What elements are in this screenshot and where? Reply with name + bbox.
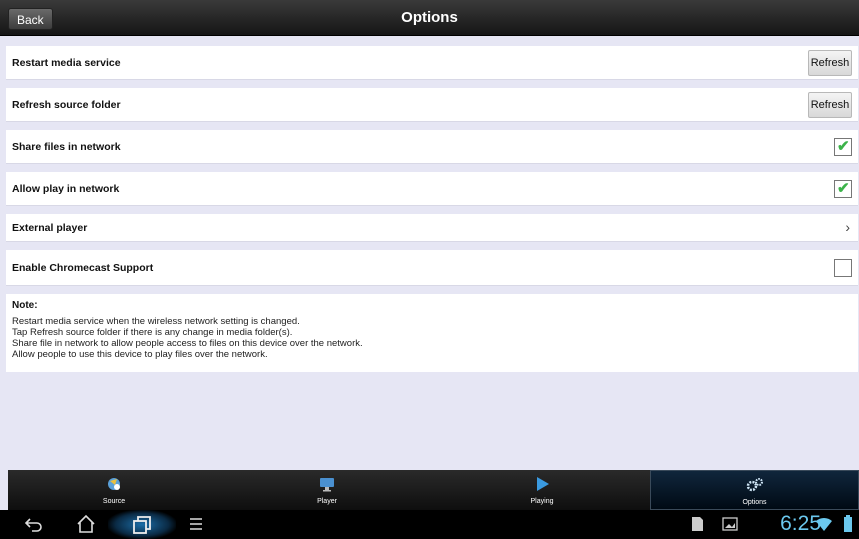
tab-options[interactable]: Options [650, 470, 859, 510]
row-restart-media-service: Restart media service Refresh [6, 46, 858, 80]
options-list: Restart media service Refresh Refresh so… [0, 38, 858, 468]
restart-refresh-button[interactable]: Refresh [808, 50, 852, 76]
tab-source[interactable]: Source [8, 470, 220, 510]
tab-label: Player [317, 498, 337, 505]
checkmark-icon: ✔ [837, 138, 850, 155]
wifi-icon [816, 517, 832, 531]
note-line: Restart media service when the wireless … [12, 316, 300, 327]
source-icon [108, 478, 120, 490]
row-label: External player [12, 222, 88, 234]
tab-player[interactable]: Player [220, 470, 434, 510]
chevron-right-icon: › [845, 219, 850, 235]
tab-label: Playing [530, 498, 554, 505]
row-label: Restart media service [12, 57, 121, 69]
row-external-player[interactable]: External player › [6, 214, 858, 242]
action-bar: Back Options [0, 0, 859, 36]
page-title: Options [401, 9, 458, 26]
recent-apps-icon[interactable] [131, 515, 153, 535]
source-refresh-button[interactable]: Refresh [808, 92, 852, 118]
row-share-files[interactable]: Share files in network ✔ [6, 130, 858, 164]
row-refresh-source-folder: Refresh source folder Refresh [6, 88, 858, 122]
back-button[interactable]: Back [8, 8, 53, 30]
note-line: Share file in network to allow people ac… [12, 338, 363, 349]
monitor-icon [320, 478, 334, 492]
battery-icon [844, 515, 852, 532]
note-line: Tap Refresh source folder if there is an… [12, 327, 293, 338]
note-line: Allow people to use this device to play … [12, 349, 268, 360]
menu-icon[interactable] [188, 516, 204, 532]
gears-icon [746, 478, 763, 492]
tab-label: Options [742, 499, 767, 506]
note-panel: Note: Restart media service when the wir… [6, 294, 858, 372]
home-icon[interactable] [75, 514, 97, 534]
bottom-tab-bar: Source Player Playing Options [8, 470, 859, 510]
system-navigation-bar: 6:25 [0, 510, 859, 539]
row-label: Allow play in network [12, 183, 120, 195]
share-files-checkbox[interactable]: ✔ [834, 138, 852, 156]
chromecast-checkbox[interactable] [834, 259, 852, 277]
tab-label: Source [102, 498, 126, 505]
note-title: Note: [12, 300, 38, 311]
back-icon[interactable] [24, 516, 44, 532]
gallery-icon [722, 517, 738, 531]
row-allow-play[interactable]: Allow play in network ✔ [6, 172, 858, 206]
tab-playing[interactable]: Playing [434, 470, 650, 510]
allow-play-checkbox[interactable]: ✔ [834, 180, 852, 198]
sd-card-icon [692, 517, 703, 531]
row-label: Enable Chromecast Support [12, 262, 154, 274]
row-label: Share files in network [12, 141, 121, 153]
play-icon [537, 477, 549, 491]
row-label: Refresh source folder [12, 99, 121, 111]
checkmark-icon: ✔ [837, 180, 850, 197]
row-chromecast[interactable]: Enable Chromecast Support [6, 250, 858, 286]
